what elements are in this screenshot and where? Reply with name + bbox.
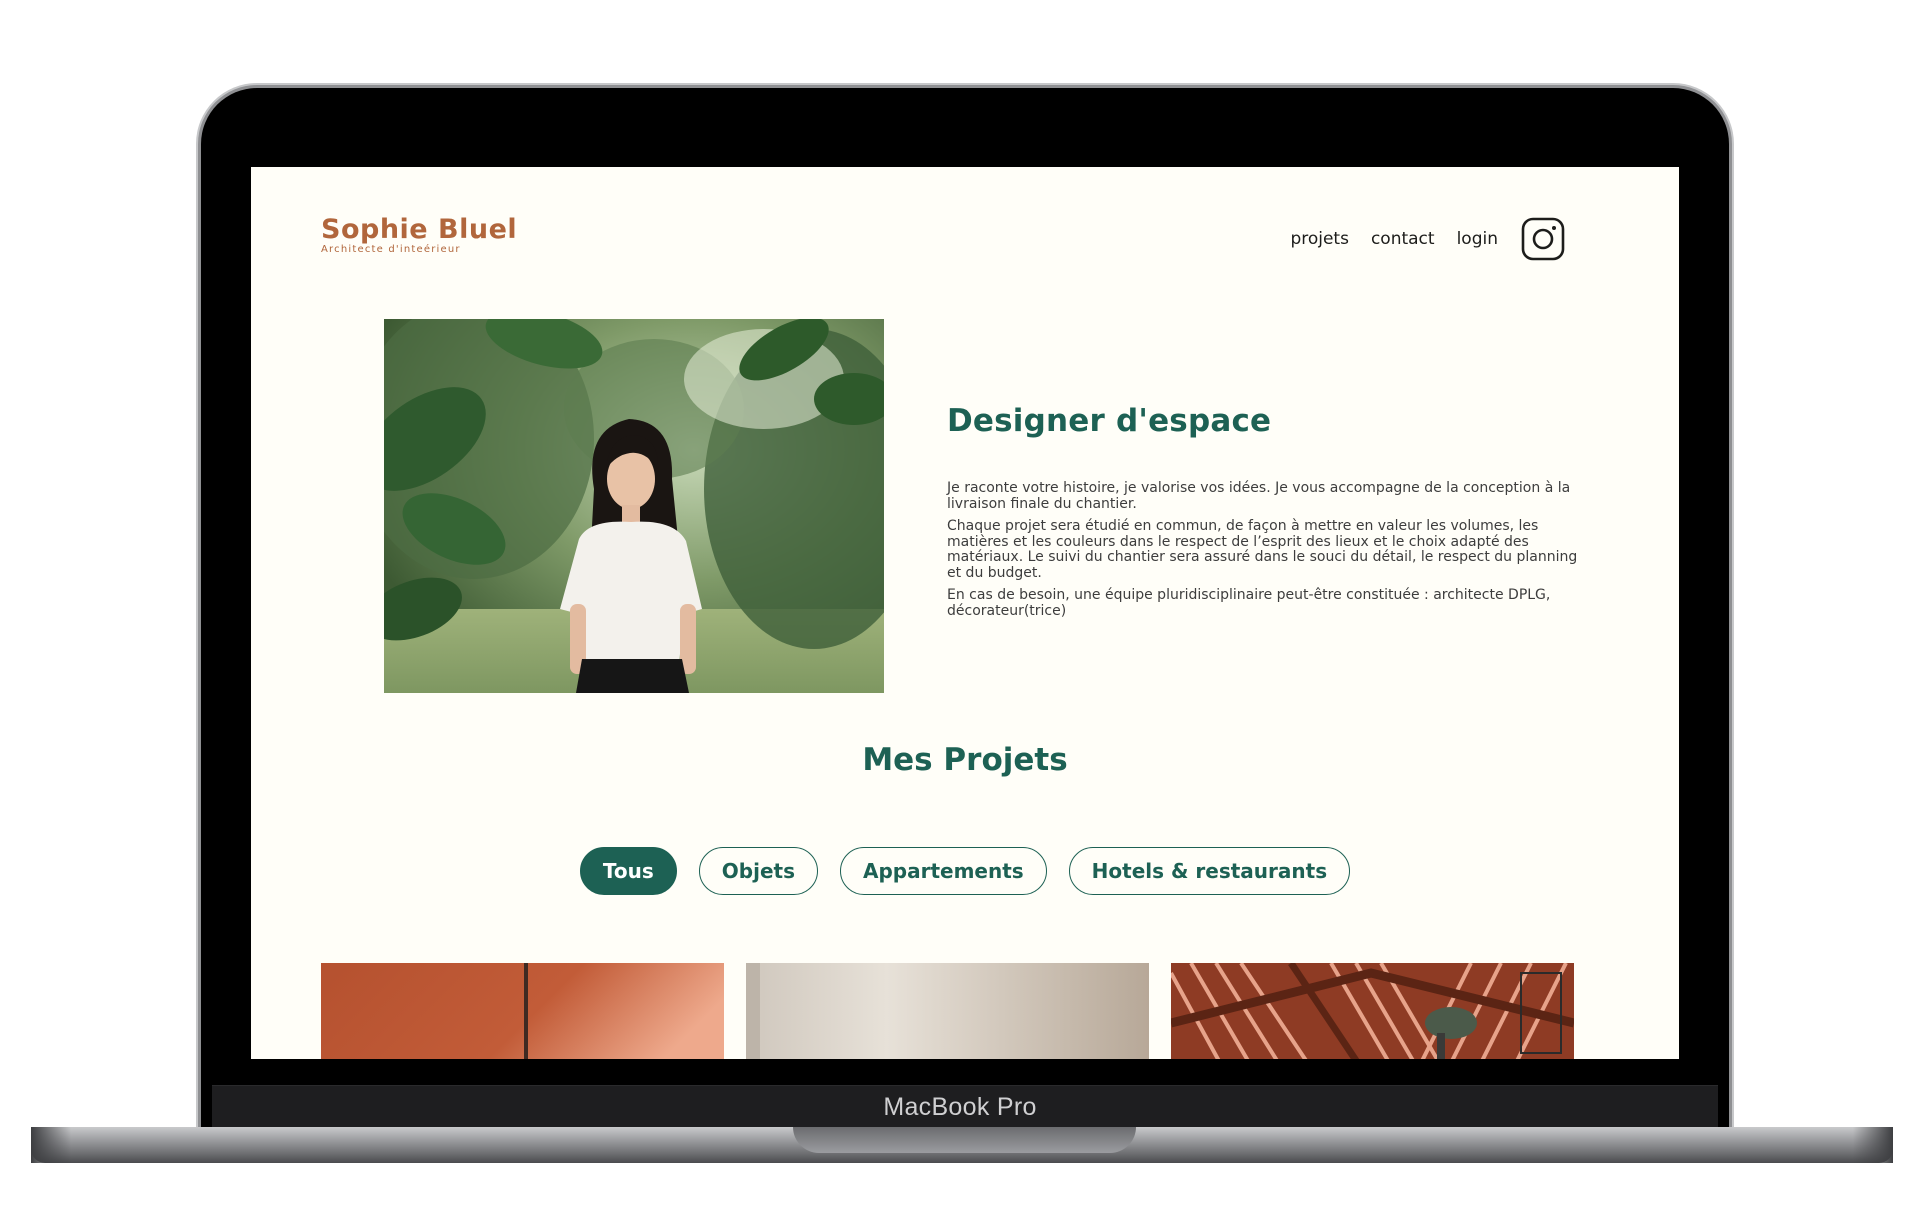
filter-objets-button[interactable]: Objets xyxy=(698,847,818,895)
intro-paragraph: En cas de besoin, une équipe pluridiscip… xyxy=(947,587,1551,619)
nav-link-login[interactable]: login xyxy=(1457,229,1498,249)
instagram-icon[interactable] xyxy=(1521,217,1565,261)
projects-title: Mes Projets xyxy=(862,742,1068,778)
project-thumbnail[interactable] xyxy=(321,963,724,1059)
filter-hotels-restaurants-button[interactable]: Hotels & restaurants xyxy=(1068,847,1351,895)
intro-section: Designer d'espace Je raconte votre histo… xyxy=(947,403,1587,626)
project-gallery xyxy=(321,963,1611,1059)
nav-link-contact[interactable]: contact xyxy=(1371,229,1435,249)
filter-tous-button[interactable]: Tous xyxy=(579,847,677,895)
project-thumbnail[interactable] xyxy=(746,963,1149,1059)
nav-link-projets[interactable]: projets xyxy=(1290,229,1349,249)
intro-paragraph: Chaque projet sera étudié en commun, de … xyxy=(947,518,1578,581)
main-nav: projets contact login xyxy=(1290,216,1565,262)
laptop-notch xyxy=(793,1127,1136,1153)
intro-title: Designer d'espace xyxy=(947,403,1272,439)
logo-tagline: Architecte d'inteérieur xyxy=(321,244,461,255)
project-thumbnail[interactable] xyxy=(1171,963,1574,1059)
device-label: MacBook Pro xyxy=(883,1093,1037,1121)
laptop-screen: Sophie Bluel Architecte d'inteérieur pro… xyxy=(251,167,1679,1059)
project-filters: Tous Objets Appartements Hotels & restau… xyxy=(251,847,1679,895)
logo-name: Sophie Bluel xyxy=(321,214,518,245)
intro-paragraph: Je raconte votre histoire, je valorise v… xyxy=(947,480,1571,512)
hero-photo xyxy=(384,319,884,693)
site-logo[interactable]: Sophie Bluel Architecte d'inteérieur xyxy=(321,214,518,256)
portrait-photo-illustration xyxy=(384,319,884,693)
filter-appartements-button[interactable]: Appartements xyxy=(839,847,1047,895)
